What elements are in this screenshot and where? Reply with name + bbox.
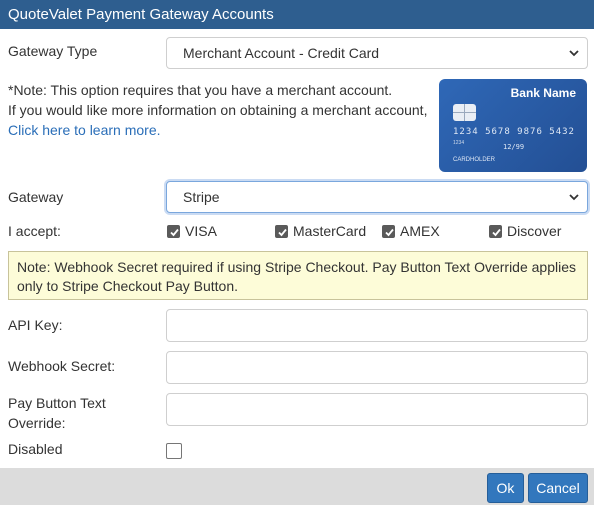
chevron-down-icon xyxy=(569,50,579,57)
pay-button-override-input[interactable] xyxy=(166,393,588,426)
gateway-type-label: Gateway Type xyxy=(8,43,98,59)
pay-button-override-label-line-1: Pay Button Text xyxy=(8,395,106,411)
accept-visa-checkbox[interactable]: VISA xyxy=(167,223,217,239)
accept-mastercard-label: MasterCard xyxy=(293,223,367,239)
accept-mastercard-checkbox[interactable]: MasterCard xyxy=(275,223,366,239)
card-number: 1234 5678 9876 5432 xyxy=(453,127,575,137)
webhook-secret-input[interactable] xyxy=(166,351,588,384)
ok-button[interactable]: Ok xyxy=(487,473,524,503)
accept-amex-checkbox[interactable]: AMEX xyxy=(382,223,440,239)
card-chip-icon xyxy=(453,104,476,121)
gateway-type-select[interactable]: Merchant Account - Credit Card xyxy=(166,37,588,69)
pay-button-override-label-line-2: Override: xyxy=(8,415,66,431)
checkbox-checked-icon[interactable] xyxy=(382,224,395,238)
accept-amex-label: AMEX xyxy=(400,223,440,239)
credit-card-image: Bank Name 1234 5678 9876 5432 1234 12/99… xyxy=(439,79,587,172)
disabled-checkbox[interactable] xyxy=(166,443,182,459)
dialog-title: QuoteValet Payment Gateway Accounts xyxy=(0,0,594,29)
accept-discover-checkbox[interactable]: Discover xyxy=(489,223,561,239)
disabled-label: Disabled xyxy=(8,441,63,457)
pay-button-override-label: Pay Button Text Override: xyxy=(8,393,106,433)
card-holder: CARDHOLDER xyxy=(453,157,496,163)
note-line-1: *Note: This option requires that you hav… xyxy=(8,82,393,98)
card-bank-name: Bank Name xyxy=(510,86,576,100)
api-key-label: API Key: xyxy=(8,317,63,333)
merchant-note: *Note: This option requires that you hav… xyxy=(8,80,433,140)
chevron-down-icon xyxy=(569,194,579,201)
gateway-select[interactable]: Stripe xyxy=(166,181,588,213)
learn-more-link[interactable]: Click here to learn more. xyxy=(8,122,161,138)
stripe-webhook-note: Note: Webhook Secret required if using S… xyxy=(8,251,588,300)
card-valid-date: 12/99 xyxy=(503,143,525,151)
api-key-input[interactable] xyxy=(166,309,588,342)
accept-discover-label: Discover xyxy=(507,223,562,239)
gateway-label: Gateway xyxy=(8,189,64,205)
gateway-value: Stripe xyxy=(183,189,220,205)
card-small-number: 1234 xyxy=(453,140,465,146)
gateway-type-value: Merchant Account - Credit Card xyxy=(183,45,380,61)
cancel-button[interactable]: Cancel xyxy=(528,473,588,503)
accept-visa-label: VISA xyxy=(185,223,217,239)
checkbox-checked-icon[interactable] xyxy=(275,224,288,238)
accept-label: I accept: xyxy=(8,223,61,239)
note-line-2: If you would like more information on ob… xyxy=(8,102,428,118)
webhook-secret-label: Webhook Secret: xyxy=(8,358,116,374)
checkbox-checked-icon[interactable] xyxy=(489,224,502,238)
checkbox-checked-icon[interactable] xyxy=(167,224,180,238)
